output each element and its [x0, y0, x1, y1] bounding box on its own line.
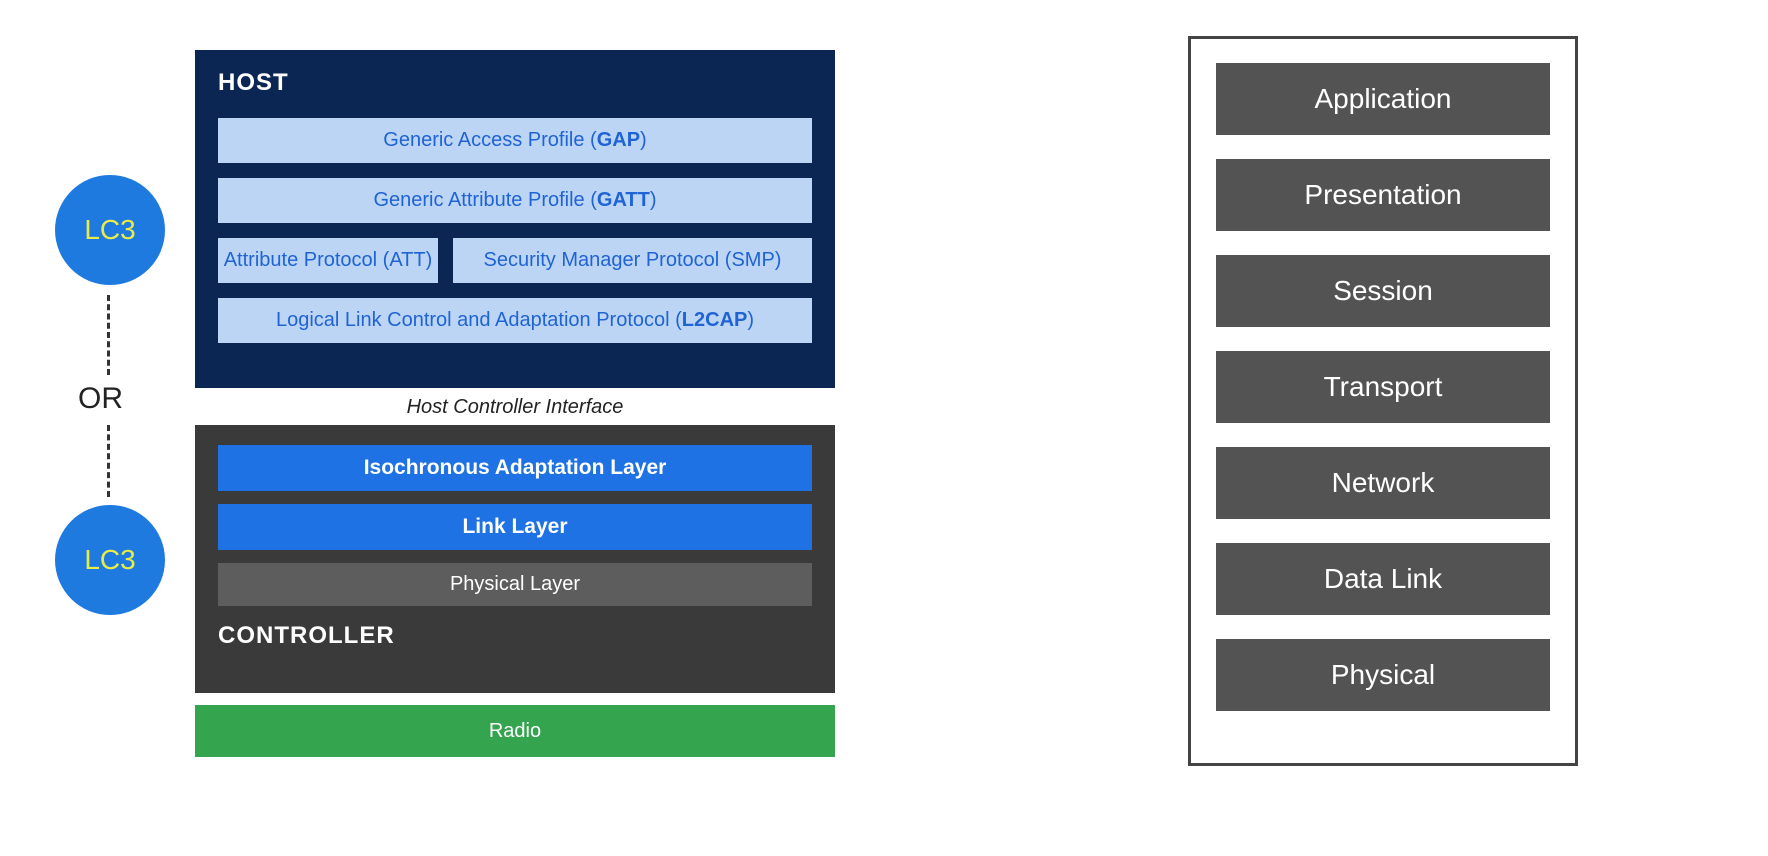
gatt-text: Generic Attribute Profile ( — [373, 189, 596, 211]
dashed-connector-top — [107, 295, 110, 375]
att-layer: Attribute Protocol (ATT) — [218, 238, 438, 283]
osi-application: Application — [1216, 63, 1550, 135]
osi-transport: Transport — [1216, 351, 1550, 423]
att-text: Attribute Protocol ( — [224, 249, 390, 271]
smp-text: Security Manager Protocol ( — [484, 249, 732, 271]
or-label: OR — [78, 382, 123, 416]
host-block: HOST Generic Access Profile (GAP) Generi… — [195, 50, 835, 388]
gap-close: ) — [640, 129, 647, 151]
osi-session: Session — [1216, 255, 1550, 327]
controller-block: Isochronous Adaptation Layer Link Layer … — [195, 425, 835, 693]
osi-network: Network — [1216, 447, 1550, 519]
link-layer: Link Layer — [218, 504, 812, 550]
att-bold: ATT — [389, 249, 425, 271]
osi-panel: Application Presentation Session Transpo… — [1188, 36, 1578, 766]
lc3-bottom-label: LC3 — [84, 544, 135, 576]
lc3-top-circle: LC3 — [55, 175, 165, 285]
physical-layer: Physical Layer — [218, 563, 812, 606]
gap-bold: GAP — [597, 129, 640, 151]
iso-layer: Isochronous Adaptation Layer — [218, 445, 812, 491]
smp-bold: SMP — [731, 249, 774, 271]
gatt-layer: Generic Attribute Profile (GATT) — [218, 178, 812, 223]
radio-block: Radio — [195, 705, 835, 757]
att-smp-row: Attribute Protocol (ATT) Security Manage… — [218, 238, 812, 283]
osi-presentation: Presentation — [1216, 159, 1550, 231]
l2cap-close: ) — [747, 309, 754, 331]
host-title: HOST — [218, 69, 812, 97]
diagram-canvas: LC3 OR LC3 HOST Generic Access Profile (… — [0, 0, 1768, 856]
osi-physical: Physical — [1216, 639, 1550, 711]
lc3-bottom-circle: LC3 — [55, 505, 165, 615]
gatt-bold: GATT — [597, 189, 650, 211]
att-close: ) — [426, 249, 433, 271]
osi-data-link: Data Link — [1216, 543, 1550, 615]
l2cap-layer: Logical Link Control and Adaptation Prot… — [218, 298, 812, 343]
smp-layer: Security Manager Protocol (SMP) — [453, 238, 812, 283]
lc3-top-label: LC3 — [84, 214, 135, 246]
smp-close: ) — [775, 249, 782, 271]
gatt-close: ) — [650, 189, 657, 211]
l2cap-text: Logical Link Control and Adaptation Prot… — [276, 309, 682, 331]
gap-layer: Generic Access Profile (GAP) — [218, 118, 812, 163]
hci-label: Host Controller Interface — [195, 396, 835, 419]
dashed-connector-bottom — [107, 425, 110, 497]
l2cap-bold: L2CAP — [682, 309, 748, 331]
radio-label: Radio — [489, 720, 541, 743]
controller-title: CONTROLLER — [218, 622, 812, 650]
gap-text: Generic Access Profile ( — [383, 129, 596, 151]
